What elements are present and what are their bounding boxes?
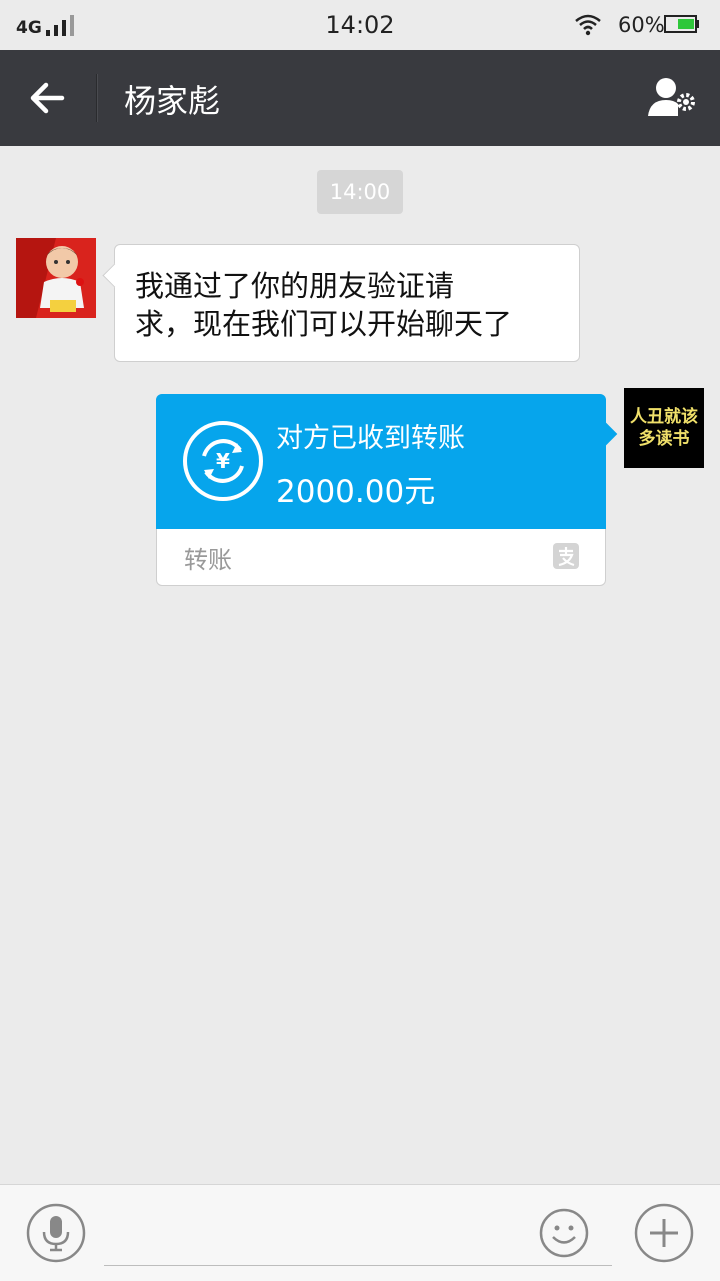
transfer-card[interactable]: ¥ 对方已收到转账 2000.00元 转账 bbox=[156, 394, 606, 586]
my-avatar[interactable]: 人丑就该 多读书 bbox=[624, 388, 704, 468]
alipay-icon bbox=[553, 543, 579, 569]
chat-header: 杨家彪 bbox=[0, 50, 720, 146]
voice-input-button[interactable] bbox=[26, 1203, 86, 1263]
avatar-text-line-2: 多读书 bbox=[638, 429, 690, 449]
contact-settings-button[interactable] bbox=[644, 70, 700, 126]
message-text-line-2: 求，现在我们可以开始聊天了 bbox=[135, 307, 513, 341]
input-bar bbox=[0, 1184, 720, 1281]
plus-icon bbox=[634, 1203, 694, 1263]
emoji-button[interactable] bbox=[538, 1207, 590, 1259]
transfer-card-header: ¥ 对方已收到转账 2000.00元 bbox=[156, 394, 606, 529]
more-functions-button[interactable] bbox=[634, 1203, 694, 1263]
back-button[interactable] bbox=[18, 70, 78, 126]
message-input[interactable] bbox=[104, 1201, 612, 1266]
contact-settings-icon bbox=[648, 78, 695, 116]
transfer-received-icon: ¥ bbox=[183, 421, 263, 501]
microphone-icon bbox=[26, 1203, 86, 1263]
avatar-text-line-1: 人丑就该 bbox=[630, 407, 698, 427]
smiley-icon bbox=[539, 1208, 589, 1258]
battery-icon bbox=[664, 15, 699, 33]
transfer-label: 转账 bbox=[184, 546, 232, 574]
message-text-line-1: 我通过了你的朋友验证请 bbox=[135, 269, 455, 303]
baby-photo-icon bbox=[16, 238, 96, 318]
message-time-label: 14:00 bbox=[317, 170, 403, 214]
chat-title: 杨家彪 bbox=[124, 82, 221, 120]
arrow-left-icon bbox=[30, 82, 65, 114]
wifi-icon bbox=[575, 14, 601, 36]
transfer-status: 对方已收到转账 bbox=[276, 423, 465, 454]
status-bar: 4G 14:02 60% bbox=[0, 0, 720, 50]
received-message-bubble[interactable]: 我通过了你的朋友验证请 求，现在我们可以开始聊天了 bbox=[114, 244, 580, 362]
header-divider bbox=[96, 74, 98, 122]
battery-percent: 60% bbox=[618, 13, 665, 37]
svg-text:¥: ¥ bbox=[216, 449, 230, 473]
transfer-amount: 2000.00元 bbox=[276, 474, 436, 510]
clock: 14:02 bbox=[325, 11, 395, 39]
contact-avatar[interactable] bbox=[16, 238, 96, 318]
